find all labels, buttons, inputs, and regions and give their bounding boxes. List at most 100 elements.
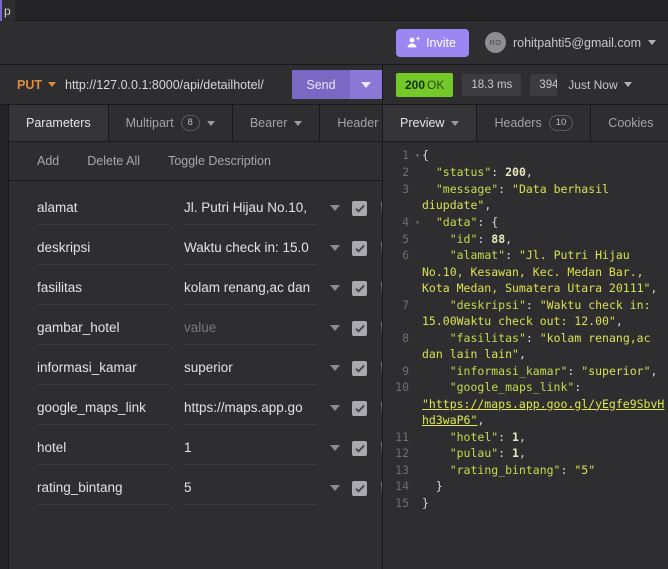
tab-label: Cookies — [608, 116, 654, 130]
tab-parameters[interactable]: Parameters — [9, 105, 109, 141]
fold-toggle-icon[interactable]: ▾ — [413, 147, 422, 164]
parameter-name-input[interactable]: alamat — [37, 192, 170, 225]
tab-preview[interactable]: Preview — [383, 105, 478, 141]
delete-all-button[interactable]: Delete All — [87, 154, 140, 168]
tab-label: Bearer — [249, 116, 288, 130]
workspace-tab-partial[interactable]: p — [0, 0, 15, 21]
line-number: 7 — [402, 297, 409, 312]
delete-parameter-button[interactable] — [379, 201, 382, 216]
tab-label: Multipart — [125, 116, 174, 130]
chevron-down-icon — [648, 40, 656, 45]
parameter-name-input[interactable]: google_maps_link — [37, 392, 170, 425]
line-number: 3 — [402, 181, 409, 196]
chevron-down-icon[interactable] — [330, 485, 340, 491]
invite-button[interactable]: Invite — [396, 28, 469, 57]
parameter-enabled-checkbox[interactable] — [352, 320, 367, 336]
invite-label: Invite — [426, 35, 456, 50]
parameter-name-input[interactable]: informasi_kamar — [37, 352, 170, 385]
token: , — [518, 347, 526, 361]
tab-headers[interactable]: Headers 10 — [477, 105, 592, 141]
delete-parameter-button[interactable] — [379, 481, 382, 496]
parameter-value-input[interactable]: Jl. Putri Hijau No.10, — [184, 192, 317, 225]
token: , — [477, 413, 485, 427]
toggle-description-button[interactable]: Toggle Description — [168, 154, 271, 168]
delete-parameter-button[interactable] — [379, 401, 382, 416]
token: : — [498, 446, 513, 460]
account-menu[interactable]: RO rohitpahti5@gmail.com — [484, 32, 656, 53]
parameter-value-input[interactable]: 5 — [184, 472, 317, 505]
url-link[interactable]: "https://maps.app.goo.gl/yEgfe9SbvHhd3wa… — [422, 397, 664, 428]
delete-parameter-button[interactable] — [379, 441, 382, 456]
response-body-viewer[interactable]: 1 ▾{2 "status": 200, 3 "message": "Data be… — [383, 142, 668, 569]
send-options-button[interactable] — [350, 70, 382, 99]
chevron-down-icon — [623, 82, 632, 87]
parameter-value-input[interactable]: 1 — [184, 432, 317, 465]
delete-parameter-button[interactable] — [379, 281, 382, 296]
url-bar-left: PUT http://127.0.0.1:8000/api/detailhote… — [0, 65, 383, 104]
parameter-enabled-checkbox[interactable] — [352, 240, 367, 256]
code-line: 8 "fasilitas": "kolam renang,ac dan lain… — [383, 330, 668, 363]
token: , — [518, 429, 526, 444]
parameter-value-input[interactable]: Waktu check in: 15.0 — [184, 232, 317, 265]
delete-parameter-button[interactable] — [379, 241, 382, 256]
chevron-down-icon[interactable] — [330, 405, 340, 411]
parameter-name-input[interactable]: deskripsi — [37, 232, 170, 265]
parameter-enabled-checkbox[interactable] — [352, 280, 367, 296]
parameter-value-input[interactable]: superior — [184, 352, 317, 385]
delete-parameter-button[interactable] — [379, 361, 382, 376]
token: 200 — [505, 165, 526, 179]
tab-header[interactable]: Header — [320, 105, 382, 141]
parameter-enabled-checkbox[interactable] — [352, 360, 367, 376]
parameter-enabled-checkbox[interactable] — [352, 400, 367, 416]
code-content: "rating_bintang": "5" — [422, 462, 668, 479]
tab-multipart[interactable]: Multipart 8 — [109, 105, 233, 141]
fold-toggle-icon[interactable]: ▾ — [413, 214, 422, 231]
tab-bearer[interactable]: Bearer — [233, 105, 321, 141]
url-bar: PUT http://127.0.0.1:8000/api/detailhote… — [0, 65, 668, 105]
parameter-row-controls — [330, 280, 382, 296]
chevron-down-icon[interactable] — [330, 245, 340, 251]
token: "fasilitas" — [449, 330, 526, 345]
parameter-name-input[interactable]: rating_bintang — [37, 472, 170, 505]
delete-parameter-button[interactable] — [379, 321, 382, 336]
chevron-down-icon[interactable] — [330, 445, 340, 451]
response-time: 18.3 ms — [462, 73, 522, 96]
chevron-down-icon[interactable] — [330, 285, 340, 291]
code-line: 13 "rating_bintang": "5" — [383, 462, 668, 479]
chevron-down-icon[interactable] — [330, 325, 340, 331]
parameter-enabled-checkbox[interactable] — [352, 200, 367, 216]
method-selector[interactable]: PUT — [0, 78, 56, 92]
token: : — [567, 363, 582, 378]
parameter-value-input[interactable]: value — [184, 312, 317, 345]
tab-label: Header — [337, 116, 379, 130]
chevron-down-icon[interactable] — [330, 205, 340, 211]
request-tab-bar: Parameters Multipart 8 Bearer Header — [9, 105, 382, 142]
sidebar-rail — [0, 105, 9, 569]
parameter-enabled-checkbox[interactable] — [352, 480, 367, 496]
parameter-row: rating_bintang 5 — [9, 468, 382, 508]
url-input[interactable]: http://127.0.0.1:8000/api/detailhotel/ — [65, 78, 292, 92]
send-button[interactable]: Send — [292, 70, 350, 99]
add-button[interactable]: Add — [37, 154, 59, 168]
parameter-value-input[interactable]: kolam renang,ac dan — [184, 272, 317, 305]
avatar: RO — [484, 32, 506, 53]
code-line: 11 "hotel": 1, — [383, 429, 668, 446]
parameter-value-input[interactable]: https://maps.app.go — [184, 392, 317, 425]
parameter-name-input[interactable]: fasilitas — [37, 272, 170, 305]
code-line: 15} — [383, 495, 668, 512]
tab-cookies[interactable]: Cookies — [591, 105, 668, 141]
chevron-down-icon — [206, 120, 215, 126]
parameter-enabled-checkbox[interactable] — [352, 440, 367, 456]
parameter-name-input[interactable]: gambar_hotel — [37, 312, 170, 345]
chevron-down-icon[interactable] — [330, 365, 340, 371]
token: : — [525, 297, 540, 312]
parameter-name-input[interactable]: hotel — [37, 432, 170, 465]
person-plus-icon — [407, 36, 420, 49]
status-badge: 200 OK — [396, 72, 454, 97]
code-content: "id": 88, — [422, 231, 668, 248]
history-dropdown[interactable]: Just Now — [568, 78, 632, 92]
